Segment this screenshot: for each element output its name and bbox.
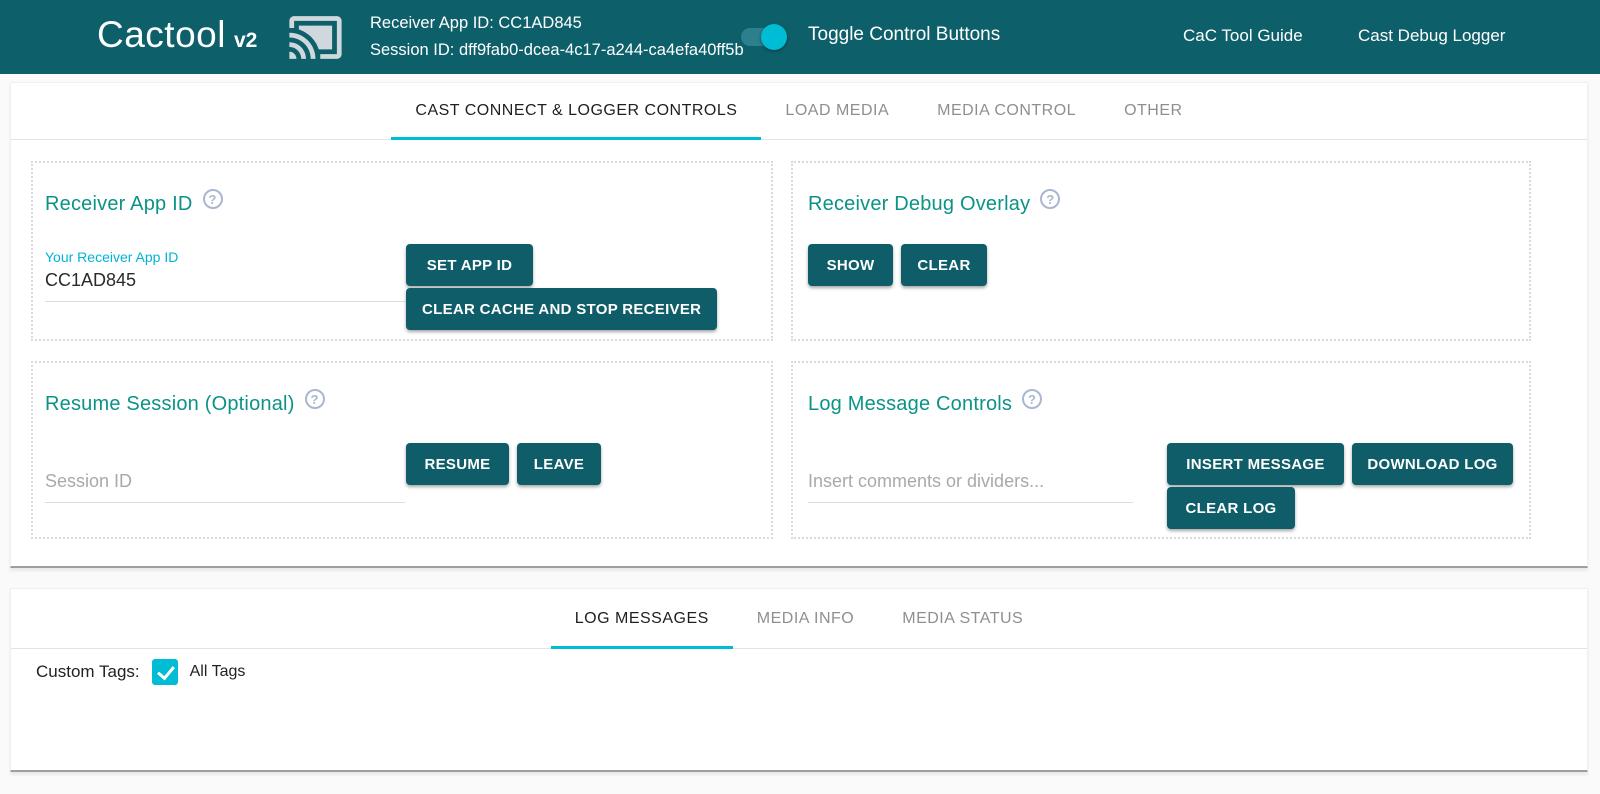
app-header: Cactool v2 Receiver App ID: CC1AD845 Ses… <box>0 0 1600 74</box>
custom-tags-label: Custom Tags: <box>36 662 140 682</box>
panels-grid: Receiver App ID ? Your Receiver App ID S… <box>31 161 1531 539</box>
session-id-field <box>45 467 405 503</box>
control-buttons-toggle[interactable] <box>739 24 787 50</box>
toggle-label: Toggle Control Buttons <box>808 24 1000 46</box>
receiver-app-id-input-label: Your Receiver App ID <box>45 249 405 265</box>
show-overlay-button[interactable]: SHOW <box>808 244 893 286</box>
clear-cache-stop-receiver-button[interactable]: CLEAR CACHE AND STOP RECEIVER <box>406 288 717 330</box>
receiver-debug-overlay-title: Receiver Debug Overlay ? <box>808 193 1060 216</box>
tab-load-media[interactable]: LOAD MEDIA <box>761 83 913 139</box>
resume-button[interactable]: RESUME <box>406 443 509 485</box>
resume-session-panel: Resume Session (Optional) ? RESUME LEAVE <box>31 361 773 539</box>
tab-media-status[interactable]: MEDIA STATUS <box>878 589 1047 648</box>
log-message-controls-panel: Log Message Controls ? INSERT MESSAGE DO… <box>791 361 1531 539</box>
log-tabbar: LOG MESSAGES MEDIA INFO MEDIA STATUS <box>11 589 1587 649</box>
cac-tool-guide-link[interactable]: CaC Tool Guide <box>1183 26 1303 46</box>
app-logo: Cactool v2 <box>97 14 257 56</box>
session-id-line: Session ID: dff9fab0-dcea-4c17-a244-ca4e… <box>370 37 744 64</box>
tab-cast-connect-logger-controls[interactable]: CAST CONNECT & LOGGER CONTROLS <box>391 83 761 139</box>
controls-card: CAST CONNECT & LOGGER CONTROLS LOAD MEDI… <box>10 82 1588 568</box>
session-id-input[interactable] <box>45 467 405 503</box>
clear-log-button[interactable]: CLEAR LOG <box>1167 487 1295 529</box>
help-icon[interactable]: ? <box>1040 189 1060 209</box>
app-logo-text: Cactool <box>97 14 226 56</box>
log-message-controls-title: Log Message Controls ? <box>808 393 1042 416</box>
clear-overlay-button[interactable]: CLEAR <box>901 244 987 286</box>
log-message-field <box>808 467 1133 503</box>
help-icon[interactable]: ? <box>1022 389 1042 409</box>
help-icon[interactable]: ? <box>203 189 223 209</box>
tab-media-info[interactable]: MEDIA INFO <box>733 589 878 648</box>
toggle-knob <box>761 24 787 50</box>
all-tags-checkbox[interactable] <box>152 659 178 685</box>
cast-debug-logger-link[interactable]: Cast Debug Logger <box>1358 26 1505 46</box>
receiver-app-id-input[interactable] <box>45 266 405 302</box>
all-tags-label: All Tags <box>190 663 246 681</box>
download-log-button[interactable]: DOWNLOAD LOG <box>1352 443 1513 485</box>
app-logo-version: v2 <box>234 29 257 53</box>
custom-tags-row: Custom Tags: All Tags <box>36 659 245 685</box>
receiver-app-id-title: Receiver App ID ? <box>45 193 223 216</box>
receiver-app-id-panel: Receiver App ID ? Your Receiver App ID S… <box>31 161 773 341</box>
receiver-app-id-field: Your Receiver App ID <box>45 249 405 302</box>
insert-message-button[interactable]: INSERT MESSAGE <box>1167 443 1344 485</box>
log-card: LOG MESSAGES MEDIA INFO MEDIA STATUS Cus… <box>10 588 1588 772</box>
main-tabbar: CAST CONNECT & LOGGER CONTROLS LOAD MEDI… <box>11 83 1587 140</box>
tab-media-control[interactable]: MEDIA CONTROL <box>913 83 1100 139</box>
help-icon[interactable]: ? <box>305 389 325 409</box>
receiver-app-id-line: Receiver App ID: CC1AD845 <box>370 10 744 37</box>
tab-other[interactable]: OTHER <box>1100 83 1207 139</box>
tab-log-messages[interactable]: LOG MESSAGES <box>551 589 733 648</box>
resume-session-title: Resume Session (Optional) ? <box>45 393 325 416</box>
log-message-input[interactable] <box>808 467 1133 503</box>
session-info: Receiver App ID: CC1AD845 Session ID: df… <box>370 10 744 64</box>
leave-button[interactable]: LEAVE <box>517 443 601 485</box>
cast-connected-icon <box>287 9 344 66</box>
set-app-id-button[interactable]: SET APP ID <box>406 244 533 286</box>
receiver-debug-overlay-panel: Receiver Debug Overlay ? SHOW CLEAR <box>791 161 1531 341</box>
